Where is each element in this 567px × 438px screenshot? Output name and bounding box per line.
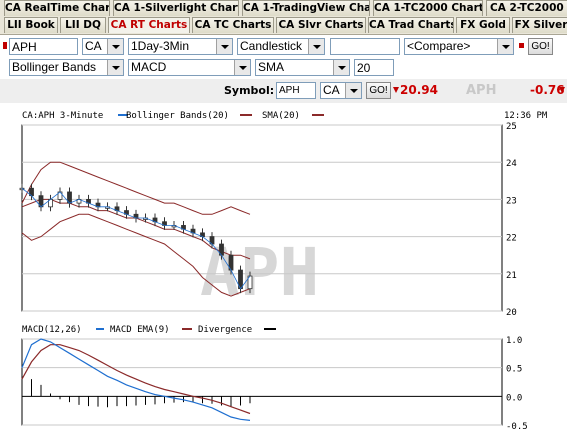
macd-tick-label: 1.0	[506, 336, 522, 346]
symbol-go-button[interactable]: GO!	[366, 82, 391, 99]
tab-ca-rt-charts[interactable]: CA RT Charts	[108, 17, 190, 33]
price-tick-label: 22	[506, 234, 517, 244]
macd-tick-label: 0.0	[506, 393, 522, 403]
tab-fx-gold[interactable]: FX Gold	[456, 17, 510, 33]
bb-upper-line	[21, 161, 251, 215]
tab-ca-silverlight-chart[interactable]: CA 1-Silverlight Chart	[113, 0, 239, 16]
chevron-down-icon	[308, 39, 324, 54]
top-tab-row: CA RealTime Charts CA 1-Silverlight Char…	[0, 0, 567, 18]
interval-select[interactable]: 1Day-3Min	[128, 38, 233, 55]
tab-ca-tradingview-chart[interactable]: CA 1-TradingView Chart	[242, 0, 370, 16]
price-tick-label: 25	[506, 122, 517, 132]
tab-ca-1-tc2000-chart[interactable]: CA 1-TC2000 Chart	[373, 0, 483, 16]
exchange-select-value: CA	[85, 39, 102, 53]
price-chart-svg: CA:APH 3-Minute Bollinger Bands(20) SMA(…	[19, 111, 548, 432]
symbol-bar: Symbol: CA GO! 20.94 APH -0.76	[0, 79, 567, 103]
chevron-down-icon	[107, 60, 123, 75]
symbol-input[interactable]	[9, 38, 78, 55]
tab-lii-dq[interactable]: LII DQ	[60, 17, 106, 33]
chart-watermark: APH	[200, 234, 319, 311]
macd-ticks: 1.0 0.5 0.0 -0.5	[506, 336, 528, 432]
indicator1-select-value: Bollinger Bands	[12, 60, 97, 74]
macd-grid	[22, 338, 502, 426]
chart-type-select[interactable]: Candlestick	[237, 38, 325, 55]
last-price: 20.94	[400, 83, 438, 97]
symbol-bar-exchange-select[interactable]: CA	[320, 82, 362, 99]
chart-type-select-value: Candlestick	[240, 39, 303, 53]
divergence-label: Divergence	[198, 325, 252, 335]
price-tick-label: 23	[506, 196, 517, 206]
ma-type-select[interactable]: SMA	[255, 59, 350, 76]
chevron-down-icon	[333, 60, 349, 75]
ma-type-select-value: SMA	[258, 60, 285, 74]
chart-title: CA:APH 3-Minute	[22, 111, 103, 121]
price-tick-label: 21	[506, 271, 517, 281]
red-square-icon	[519, 43, 524, 48]
tab-lii-book[interactable]: LII Book	[4, 17, 58, 33]
indicator1-select[interactable]: Bollinger Bands	[9, 59, 124, 76]
tab-ca-tc-charts[interactable]: CA TC Charts	[192, 17, 274, 33]
tab-ca-trad-charts[interactable]: CA Trad Charts	[368, 17, 454, 33]
macd-series	[21, 338, 251, 421]
legend-bollinger: Bollinger Bands(20)	[126, 111, 229, 121]
second-tab-row: LII Book LII DQ CA RT Charts CA TC Chart…	[0, 17, 567, 35]
chart-area: CA:APH 3-Minute Bollinger Bands(20) SMA(…	[0, 103, 567, 435]
symbol-label: Symbol:	[224, 84, 275, 97]
tab-ca-realtime-charts[interactable]: CA RealTime Charts	[4, 0, 110, 16]
price-ticks: 25 24 23 22 21 20	[506, 122, 517, 318]
legend-sma: SMA(20)	[262, 111, 300, 121]
symbol-bar-input[interactable]	[276, 82, 316, 99]
tab-ca-slvr-charts[interactable]: CA Slvr Charts	[276, 17, 366, 33]
red-marker-icon	[3, 42, 7, 49]
chevron-down-icon	[107, 39, 123, 54]
interval-select-value: 1Day-3Min	[131, 39, 190, 53]
macd-panel-frame	[21, 338, 503, 426]
macd-tick-label: 0.5	[506, 365, 522, 375]
tab-fx-silver[interactable]: FX Silver	[512, 17, 567, 33]
indicator2-select[interactable]: MACD	[128, 59, 251, 76]
compare-select[interactable]: <Compare>	[404, 38, 514, 55]
tab-ca-2-tc2000-chart[interactable]: CA 2-TC2000 Ch	[486, 0, 567, 16]
price-down-icon	[393, 87, 399, 93]
chevron-down-icon	[216, 39, 232, 54]
exchange-select[interactable]: CA	[82, 38, 124, 55]
ma-period-input[interactable]	[354, 59, 394, 76]
chevron-down-icon	[234, 60, 250, 75]
macd-title: MACD(12,26)	[22, 325, 82, 335]
chevron-down-icon	[345, 83, 361, 98]
macd-tick-label: -0.5	[506, 422, 528, 432]
price-tick-label: 20	[506, 308, 517, 318]
macd-ema-label: MACD EMA(9)	[110, 325, 170, 335]
indicator2-select-value: MACD	[131, 60, 167, 74]
ticker-ghost: APH	[466, 83, 497, 98]
change-down-icon	[559, 87, 565, 93]
price-tick-label: 24	[506, 159, 517, 169]
symbol-bar-exchange-value: CA	[323, 83, 340, 97]
compare-go-button[interactable]: GO!	[528, 38, 553, 55]
compare-input[interactable]	[330, 38, 400, 55]
chevron-down-icon	[497, 39, 513, 54]
chart-time: 12:36 PM	[504, 111, 548, 121]
compare-select-value: <Compare>	[407, 39, 471, 53]
